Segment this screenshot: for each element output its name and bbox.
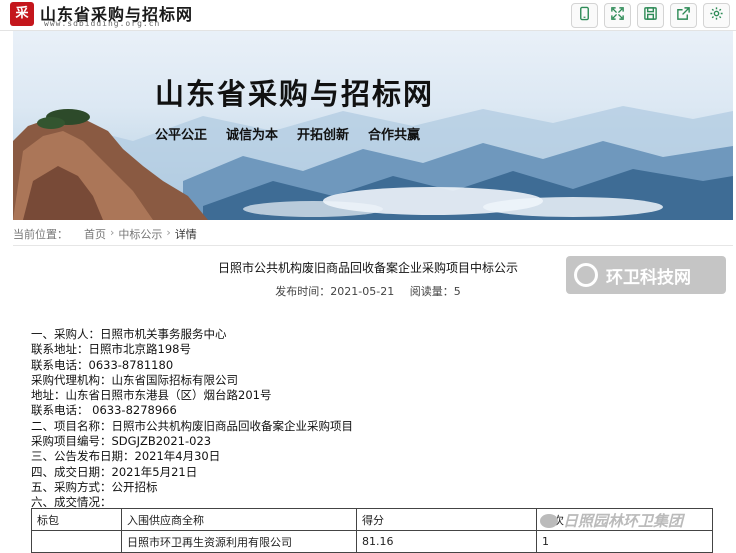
- watermark-top: 环卫科技网: [566, 256, 726, 294]
- save-button[interactable]: [637, 3, 664, 28]
- header-score: 得分: [356, 508, 537, 531]
- wechat-icon: [540, 513, 558, 528]
- view-count: 阅读量：5: [409, 285, 461, 298]
- breadcrumb: 当前位置： 首页 › 中标公示 › 详情: [13, 226, 197, 242]
- body-line: 二、项目名称：日照市公共机构废旧商品回收备案企业采购项目: [31, 418, 353, 433]
- toolbar: [571, 3, 730, 28]
- site-logo[interactable]: 采: [10, 2, 34, 26]
- breadcrumb-separator: ›: [166, 226, 171, 239]
- body-line: 四、成交日期：2021年5月21日: [31, 464, 198, 479]
- settings-icon: [709, 6, 724, 25]
- body-line: 地址：山东省日照市东港县（区）烟台路201号: [31, 388, 272, 403]
- table-row: 日照市环卫再生资源利用有限公司 81.16 1: [31, 530, 713, 553]
- breadcrumb-home[interactable]: 首页: [84, 226, 106, 242]
- banner-slogans: 公平公正 诚信为本 开拓创新 合作共赢: [155, 124, 420, 143]
- body-line: 一、采购人：日照市机关事务服务中心: [31, 327, 227, 341]
- phone-icon: [577, 6, 592, 25]
- body-line: 采购代理机构：山东省国际招标有限公司: [31, 372, 238, 387]
- share-button[interactable]: [670, 3, 697, 28]
- publish-date: 发布时间：2021-05-21: [275, 285, 395, 298]
- cell-score: 81.16: [356, 530, 537, 553]
- cell-supplier: 日照市环卫再生资源利用有限公司: [121, 530, 357, 553]
- site-header: 采 山东省采购与招标网 www.sdbidding.org.cn: [0, 0, 736, 31]
- fullscreen-button[interactable]: [604, 3, 631, 28]
- banner-title: 山东省采购与招标网: [155, 77, 435, 111]
- site-url: www.sdbidding.org.cn: [44, 19, 161, 28]
- watermark-bottom: 日照园林环卫集团: [540, 510, 683, 531]
- cell-lot: [31, 530, 122, 553]
- hero-banner: 山东省采购与招标网 公平公正 诚信为本 开拓创新 合作共赢: [13, 31, 733, 220]
- slogan-1: 公平公正: [155, 128, 208, 143]
- watermark-logo-icon: [574, 263, 598, 287]
- settings-button[interactable]: [703, 3, 730, 28]
- watermark-top-text: 环卫科技网: [606, 267, 691, 288]
- body-line: 联系电话：0633-8781180: [31, 357, 174, 372]
- phone-view-button[interactable]: [571, 3, 598, 28]
- article-body: 一、采购人：日照市机关事务服务中心 联系地址：日照市北京路198号 联系电话：0…: [31, 327, 353, 511]
- breadcrumb-separator: ›: [110, 226, 115, 239]
- breadcrumb-current: 详情: [174, 228, 197, 241]
- fullscreen-icon: [610, 6, 625, 25]
- save-icon: [643, 6, 658, 25]
- watermark-bottom-text: 日照园林环卫集团: [563, 512, 684, 530]
- share-icon: [676, 6, 691, 25]
- divider: [13, 245, 733, 246]
- body-line: 三、公告发布日期：2021年4月30日: [31, 449, 221, 464]
- slogan-2: 诚信为本: [226, 128, 279, 143]
- header-supplier: 入围供应商全称: [121, 508, 357, 531]
- body-line: 采购项目编号：SDGJZB2021-023: [31, 434, 212, 449]
- cell-rank: 1: [536, 530, 713, 553]
- body-line: 联系地址：日照市北京路198号: [31, 342, 191, 357]
- slogan-3: 开拓创新: [297, 128, 350, 143]
- body-line: 五、采购方式：公开招标: [31, 479, 158, 494]
- breadcrumb-section[interactable]: 中标公示: [118, 226, 162, 242]
- body-line: 联系电话： 0633-8278966: [31, 403, 177, 418]
- slogan-4: 合作共赢: [368, 128, 421, 143]
- breadcrumb-label: 当前位置：: [13, 228, 68, 241]
- header-lot: 标包: [31, 508, 122, 531]
